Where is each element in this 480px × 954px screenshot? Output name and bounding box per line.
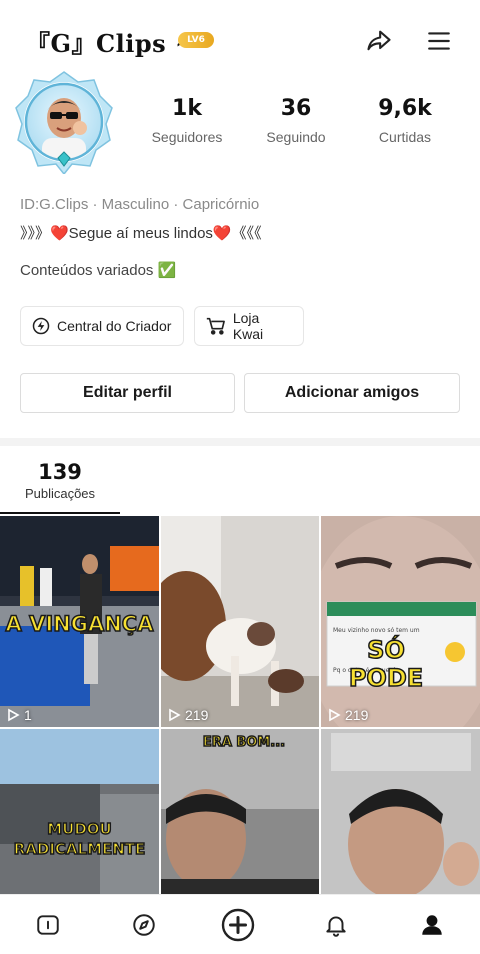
- likes-count: 9,6k: [378, 96, 432, 121]
- tab-posts[interactable]: 139 Publicações: [20, 460, 100, 501]
- play-icon: [169, 708, 181, 722]
- user-icon[interactable]: [414, 907, 450, 943]
- posts-count: 139: [38, 460, 82, 484]
- followers-label: Seguidores: [151, 129, 223, 145]
- creator-center-label: Central do Criador: [57, 318, 172, 334]
- posts-label: Publicações: [24, 486, 96, 501]
- top-bar: 『G』Clips ~ LV6: [0, 0, 480, 80]
- plus-circle-icon[interactable]: [220, 907, 256, 943]
- profile-meta: ID:G.Clips · Masculino · Capricórnio: [20, 196, 260, 213]
- menu-icon[interactable]: [424, 26, 454, 56]
- cart-icon: [206, 317, 225, 335]
- avatar[interactable]: [14, 70, 114, 176]
- video-thumbnail[interactable]: ERA BOM...: [161, 729, 319, 894]
- video-caption: SÓ PODE: [348, 635, 424, 693]
- view-count: 1: [6, 707, 32, 723]
- profile-title: 『G』Clips ~: [26, 29, 196, 58]
- compass-icon[interactable]: [126, 907, 162, 943]
- following-label: Seguindo: [266, 129, 326, 145]
- video-caption: A VINGANÇA: [5, 611, 154, 637]
- likes-label: Curtidas: [378, 129, 432, 145]
- edit-profile-button[interactable]: Editar perfil: [20, 373, 235, 413]
- video-caption: MUDOU RADICALMENTE: [13, 819, 146, 859]
- video-thumbnail[interactable]: 219: [161, 516, 319, 727]
- video-thumbnail[interactable]: Meu vizinho novo só tem um Pq o outro é …: [321, 516, 480, 727]
- view-count-text: 219: [185, 707, 209, 723]
- lightning-icon: [32, 317, 50, 335]
- bell-icon[interactable]: [318, 907, 354, 943]
- add-friends-button[interactable]: Adicionar amigos: [244, 373, 460, 413]
- play-icon: [329, 708, 341, 722]
- likes-stat[interactable]: 9,6k Curtidas: [350, 96, 460, 145]
- video-thumbnail[interactable]: MUDOU RADICALMENTE: [0, 729, 159, 894]
- video-thumbnail[interactable]: [321, 729, 480, 894]
- view-count: 219: [167, 707, 208, 723]
- profile-motto: 》》》❤️Segue aí meus lindos❤️《《《: [20, 225, 262, 242]
- video-thumbnail[interactable]: A VINGANÇA 1: [0, 516, 159, 727]
- shop-label: Loja Kwai: [232, 310, 264, 342]
- video-caption: ERA BOM...: [202, 734, 286, 751]
- tab-indicator: [0, 512, 120, 514]
- play-icon: [8, 708, 20, 722]
- home-icon[interactable]: [30, 907, 66, 943]
- following-count: 36: [280, 96, 312, 121]
- section-divider: [0, 438, 480, 446]
- view-count-text: 219: [345, 707, 369, 723]
- followers-count: 1k: [172, 96, 202, 121]
- view-count: 219: [327, 707, 368, 723]
- share-icon[interactable]: [364, 26, 394, 56]
- creator-center-button[interactable]: Central do Criador: [20, 306, 184, 346]
- followers-stat[interactable]: 1k Seguidores: [132, 96, 242, 145]
- profile-bio: Conteúdos variados ✅: [20, 262, 177, 279]
- shop-button[interactable]: Loja Kwai: [194, 306, 304, 346]
- following-stat[interactable]: 36 Seguindo: [241, 96, 351, 145]
- svg-text:Meu vizinho novo só tem um: Meu vizinho novo só tem um: [333, 627, 420, 634]
- view-count-text: 1: [24, 707, 32, 723]
- level-badge[interactable]: LV6: [178, 32, 214, 48]
- bottom-nav: [0, 894, 480, 954]
